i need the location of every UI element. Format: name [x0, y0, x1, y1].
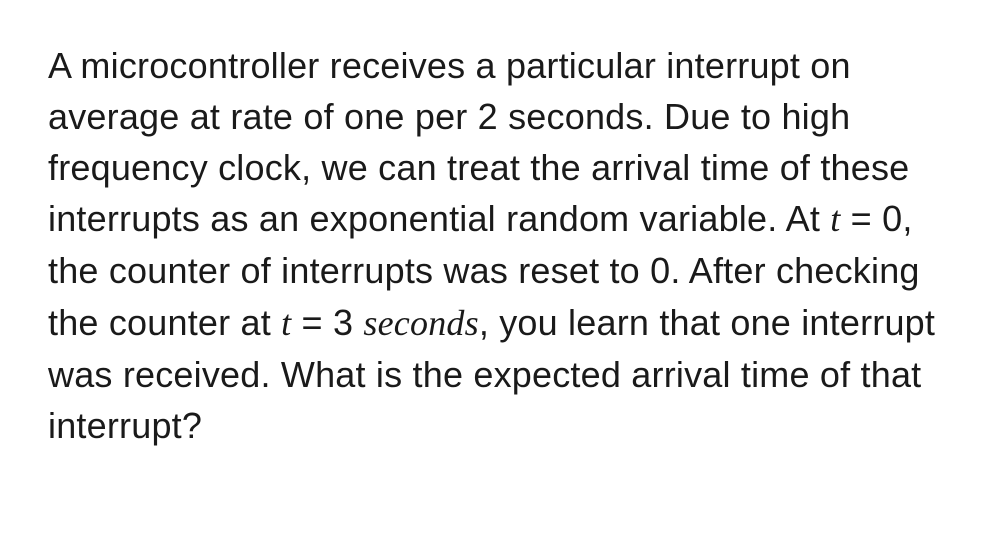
variable-seconds: seconds: [363, 303, 478, 343]
question-text-part1: A microcontroller receives a particular …: [48, 45, 909, 239]
variable-t-1: t: [830, 199, 840, 239]
question-paragraph: A microcontroller receives a particular …: [48, 40, 956, 451]
variable-t-2: t: [281, 303, 291, 343]
question-text-part3: = 3: [291, 302, 363, 343]
